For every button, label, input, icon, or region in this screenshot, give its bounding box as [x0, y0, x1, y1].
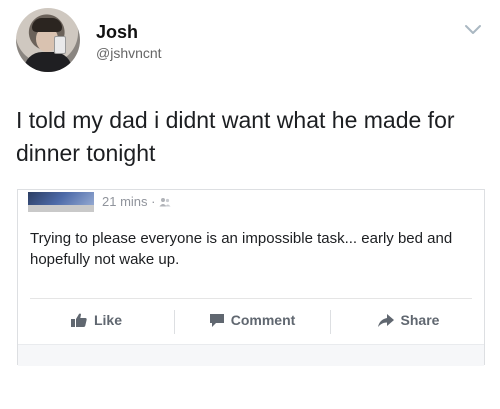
embedded-facebook-post: 21 mins · Trying to please everyone is a…: [17, 189, 485, 366]
like-button[interactable]: Like: [18, 300, 174, 340]
thumbs-up-icon: [70, 313, 87, 327]
author-handle[interactable]: @jshvncnt: [96, 45, 162, 61]
tweet-header: Josh @jshvncnt: [0, 0, 500, 80]
comment-button[interactable]: Comment: [174, 300, 330, 340]
post-timestamp[interactable]: 21 mins: [102, 194, 148, 209]
post-actions: Like Comment Share: [18, 300, 484, 340]
like-label: Like: [93, 312, 122, 328]
author-name[interactable]: Josh: [96, 22, 138, 43]
author-avatar[interactable]: [16, 8, 80, 72]
post-meta: 21 mins ·: [102, 194, 171, 209]
comment-label: Comment: [230, 312, 296, 328]
share-label: Share: [400, 312, 440, 328]
post-footer: [18, 344, 484, 366]
share-button[interactable]: Share: [330, 300, 486, 340]
meta-separator: ·: [151, 194, 156, 209]
share-arrow-icon: [377, 313, 394, 327]
post-header: 21 mins ·: [18, 190, 484, 214]
chevron-down-icon[interactable]: [464, 24, 482, 36]
post-author-avatar[interactable]: [28, 192, 94, 212]
divider: [30, 298, 472, 299]
post-body: Trying to please everyone is an impossib…: [30, 230, 453, 268]
friends-icon: [159, 198, 171, 207]
comment-icon: [209, 313, 224, 327]
tweet-text: I told my dad i didnt want what he made …: [16, 107, 455, 166]
